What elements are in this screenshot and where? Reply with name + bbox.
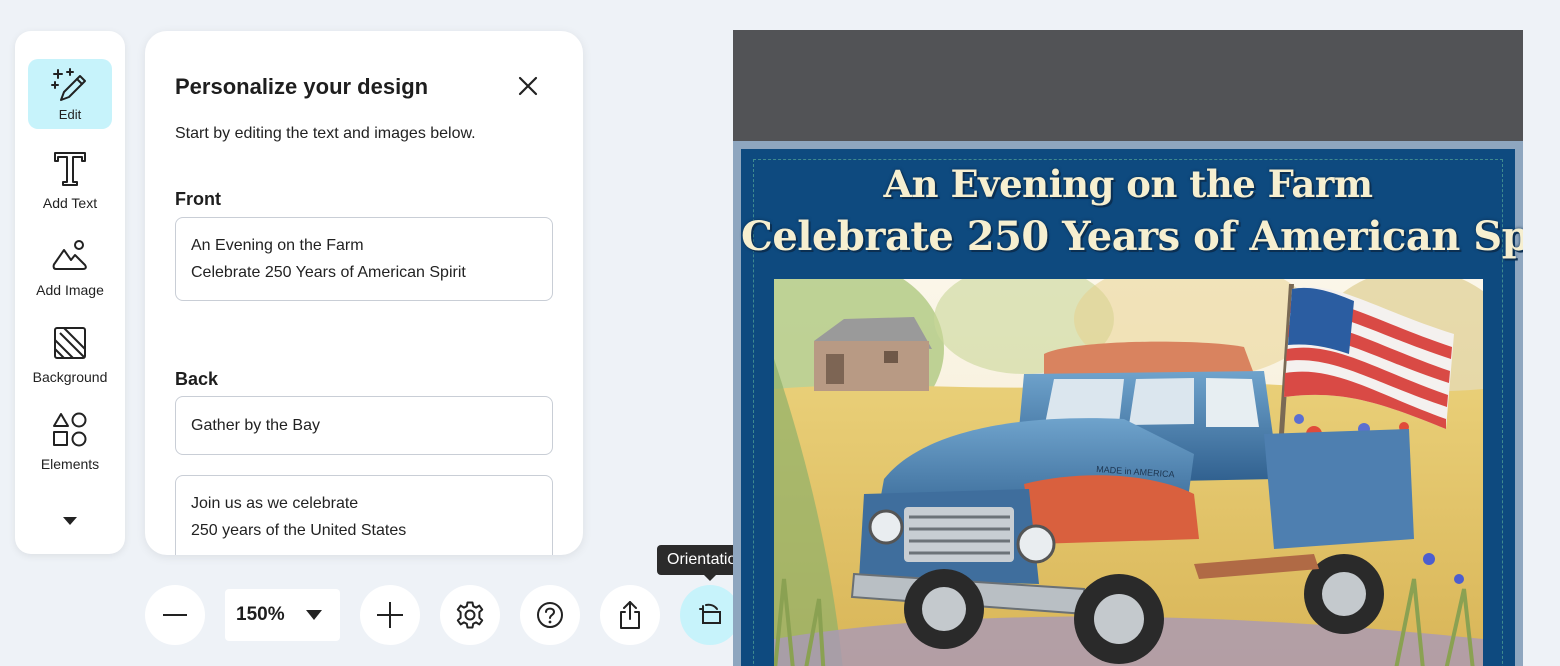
tool-elements-label: Elements [40, 456, 100, 472]
share-upload-icon [620, 601, 640, 629]
back-headline-text: Gather by the Bay [191, 417, 320, 434]
panel-title: Personalize your design [175, 74, 429, 99]
text-t-icon [50, 149, 90, 189]
orientation-rotate-icon [699, 603, 721, 624]
tool-add-image[interactable]: Add Image [28, 236, 112, 298]
card-mat: An Evening on the Farm Celebrate 250 Yea… [733, 141, 1523, 666]
settings-button[interactable] [440, 585, 500, 645]
gear-icon [456, 601, 484, 629]
back-headline-field[interactable]: Gather by the Bay [175, 396, 553, 455]
tool-elements[interactable]: Elements [28, 410, 112, 472]
magic-pencil-icon [50, 65, 90, 105]
shapes-icon [50, 410, 90, 450]
tool-background-label: Background [32, 369, 108, 385]
tool-edit[interactable]: Edit [28, 59, 112, 129]
card-title-line-1[interactable]: An Evening on the Farm [741, 162, 1515, 206]
front-text-line-2: Celebrate 250 Years of American Spirit [191, 264, 466, 281]
panel-subtitle: Start by editing the text and images bel… [175, 125, 476, 142]
close-x-icon[interactable] [513, 71, 543, 101]
tool-add-text[interactable]: Add Text [28, 149, 112, 211]
tool-edit-label: Edit [58, 107, 82, 122]
card-photo[interactable]: MADE in AMERICA [774, 279, 1483, 666]
front-text-line-1: An Evening on the Farm [191, 237, 364, 254]
tool-add-text-label: Add Text [42, 195, 98, 211]
card-front[interactable]: An Evening on the Farm Celebrate 250 Yea… [741, 149, 1523, 666]
orientation-button[interactable] [680, 585, 740, 645]
design-canvas[interactable]: An Evening on the Farm Celebrate 250 Yea… [733, 30, 1523, 666]
share-button[interactable] [600, 585, 660, 645]
truck-illustration: MADE in AMERICA [774, 279, 1483, 666]
image-mountain-icon [50, 236, 90, 276]
personalize-panel: Personalize your design Start by editing… [145, 31, 583, 555]
tool-add-image-label: Add Image [36, 282, 104, 298]
front-text-field[interactable]: An Evening on the Farm Celebrate 250 Yea… [175, 217, 553, 301]
canvas-top-area [733, 30, 1523, 141]
minus-icon [163, 614, 187, 616]
zoom-out-button[interactable] [145, 585, 205, 645]
tool-rail: Edit Add Text Add Image Background Eleme… [15, 31, 125, 554]
zoom-level-value: 150% [236, 604, 285, 625]
back-section-label: Back [175, 369, 219, 389]
back-body-field[interactable]: Join us as we celebrate 250 years of the… [175, 475, 553, 555]
plus-icon [377, 602, 403, 628]
back-body-line-1: Join us as we celebrate [191, 495, 359, 512]
caret-down-icon [306, 610, 322, 620]
front-section-label: Front [175, 189, 221, 209]
help-button[interactable] [520, 585, 580, 645]
back-body-line-2: 250 years of the United States [191, 522, 407, 539]
caret-down-icon[interactable] [62, 514, 78, 526]
question-circle-icon [537, 602, 563, 628]
tool-background[interactable]: Background [28, 323, 112, 385]
zoom-in-button[interactable] [360, 585, 420, 645]
card-title-line-2[interactable]: Celebrate 250 Years of American Spirit [741, 213, 1523, 260]
background-hatch-icon [50, 323, 90, 363]
zoom-level-select[interactable]: 150% [225, 589, 340, 641]
